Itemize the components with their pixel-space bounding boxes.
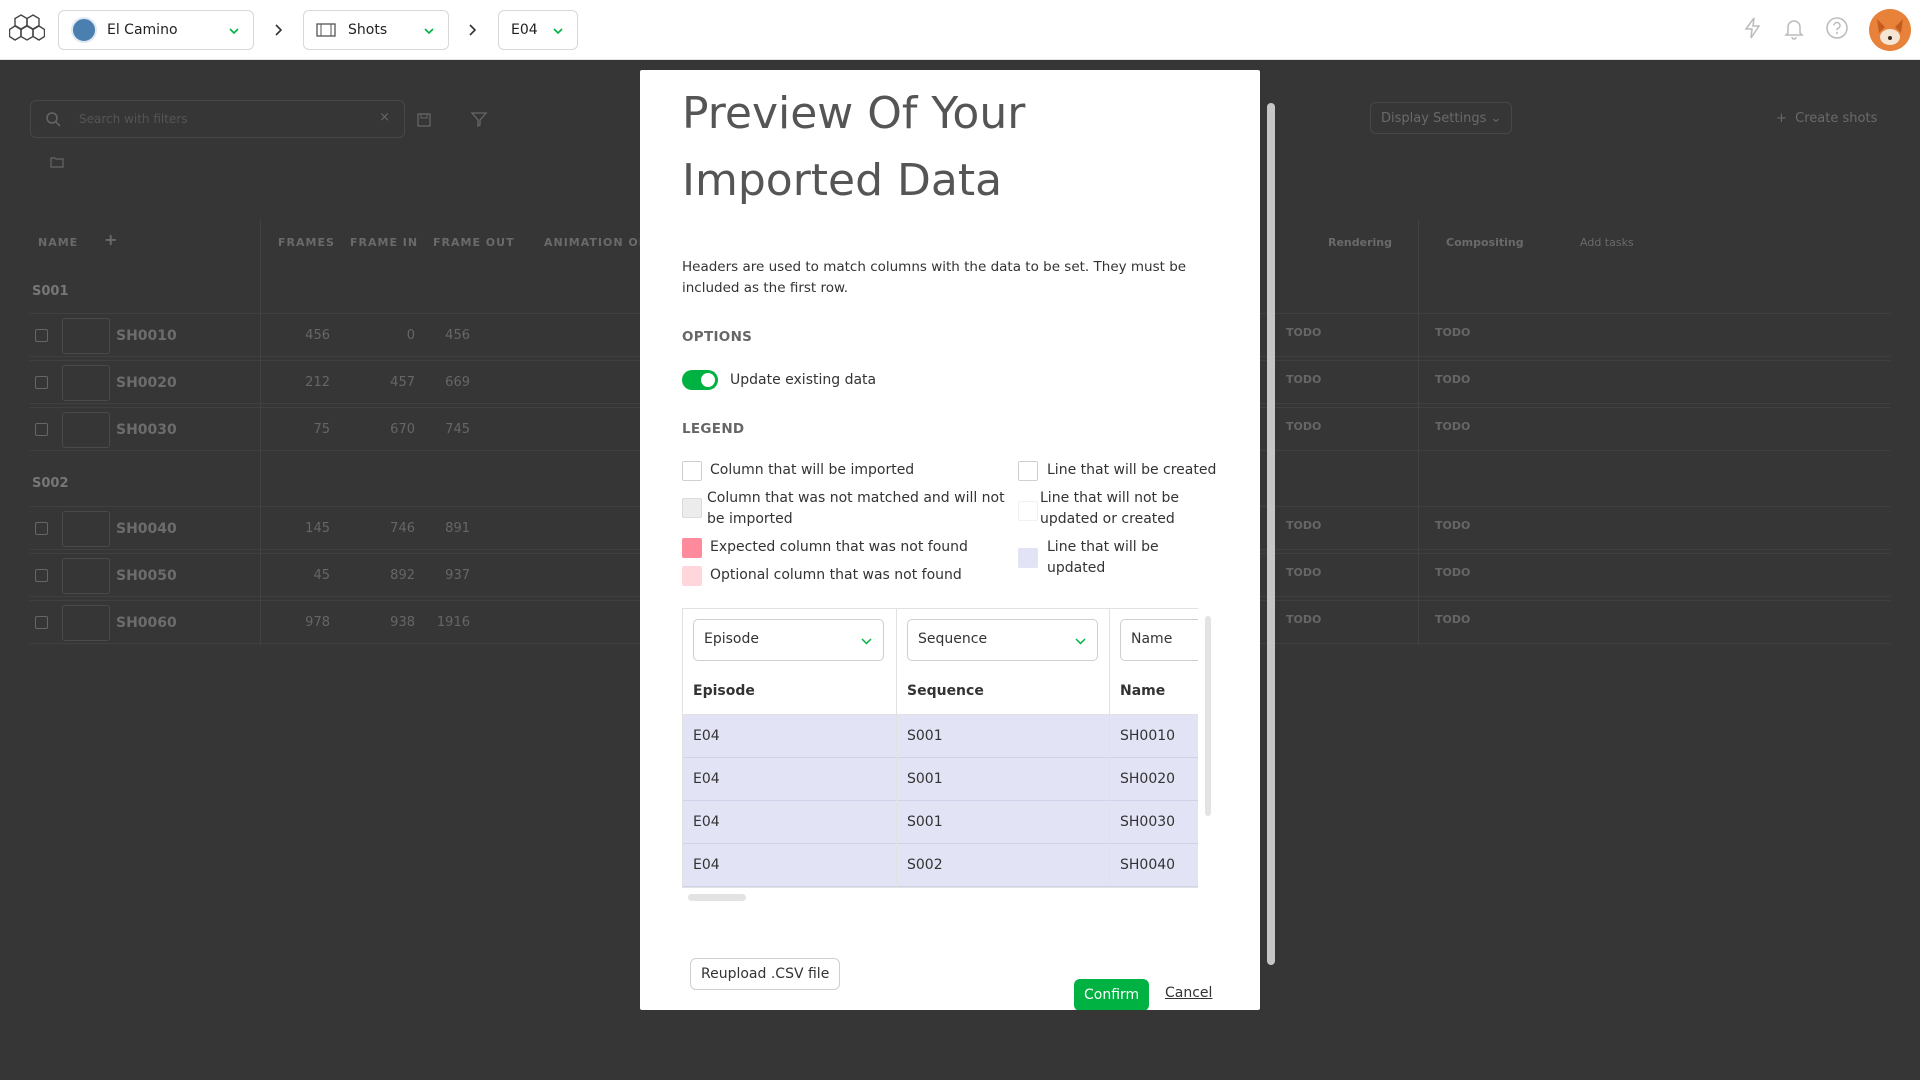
chevron-down-icon: [553, 28, 563, 35]
legend-swatch-expected-missing: [682, 538, 702, 558]
table-vertical-scrollbar[interactable]: [1205, 616, 1211, 816]
chevron-right-icon: [275, 24, 283, 36]
episode-selector[interactable]: E04: [498, 10, 578, 50]
table-cell: S001: [897, 758, 1109, 801]
table-cell: SH0010: [1110, 715, 1198, 758]
column-header: Sequence: [907, 683, 984, 699]
col-header-frames: FRAMES: [278, 236, 335, 249]
legend-text: Column that will be imported: [710, 462, 915, 478]
modal-description: Headers are used to match columns with t…: [682, 259, 1187, 296]
filter-icon[interactable]: [470, 110, 488, 128]
table-cell: S002: [897, 844, 1109, 887]
table-cell: SH0040: [1110, 844, 1198, 887]
table-cell: SH0030: [1110, 801, 1198, 844]
preview-table: Episode Episode E04 E04 E04 E04 Sequence…: [682, 608, 1198, 888]
search-input[interactable]: Search with filters ×: [30, 100, 405, 138]
group-title: S002: [32, 476, 69, 491]
reupload-csv-button[interactable]: Reupload .CSV file: [690, 958, 841, 990]
modal-scrollbar[interactable]: [1267, 103, 1275, 965]
chevron-right-icon: [469, 24, 477, 36]
modal-title: Preview Of Your Imported Data: [682, 88, 1026, 206]
legend-text: Column that was not matched and will not…: [707, 490, 1005, 527]
table-cell: E04: [683, 844, 896, 887]
display-settings-button[interactable]: Display Settings ⌄: [1370, 102, 1513, 134]
legend-swatch-optional-missing: [682, 566, 702, 586]
add-column-icon[interactable]: +: [104, 230, 118, 249]
table-column: Sequence Sequence S001 S001 S001 S002: [897, 609, 1110, 887]
col-header-frame-in: FRAME IN: [350, 236, 419, 249]
legend-swatch-line-updated: [1018, 548, 1038, 568]
column-header: Name: [1120, 683, 1166, 699]
film-icon: [316, 23, 336, 37]
table-cell: S001: [897, 715, 1109, 758]
create-shots-button[interactable]: + Create shots: [1766, 102, 1887, 134]
toggle-label: Update existing data: [730, 372, 877, 388]
table-cell: S001: [897, 801, 1109, 844]
table-cell: E04: [683, 715, 896, 758]
legend-text: Line that will be updated: [1047, 539, 1159, 576]
legend-swatch-not-matched: [682, 498, 702, 518]
options-heading: OPTIONS: [682, 329, 753, 345]
table-column: Name Name SH0010 SH0020 SH0030 SH0040: [1110, 609, 1198, 887]
col-header-frame-out: FRAME OUT: [433, 236, 515, 249]
legend-text: Line that will not be updated or created: [1040, 490, 1179, 527]
column-mapping-select[interactable]: Sequence: [907, 619, 1098, 661]
divider: [1418, 220, 1419, 645]
chevron-down-icon: [861, 638, 872, 645]
column-mapping-select[interactable]: Name: [1120, 619, 1198, 661]
lightning-icon[interactable]: [1741, 16, 1765, 40]
help-icon[interactable]: [1825, 16, 1849, 40]
col-header-name: NAME: [38, 236, 79, 249]
user-avatar[interactable]: [1869, 9, 1911, 51]
search-placeholder: Search with filters: [79, 112, 188, 126]
column-mapping-select[interactable]: Episode: [693, 619, 884, 661]
col-header-rendering: Rendering: [1328, 236, 1392, 249]
clear-icon[interactable]: ×: [379, 110, 390, 125]
table-cell: E04: [683, 801, 896, 844]
chevron-down-icon: [424, 28, 434, 35]
table-horizontal-scrollbar[interactable]: [688, 894, 746, 901]
search-icon: [46, 112, 61, 127]
fox-avatar-icon: [1869, 9, 1911, 51]
save-filter-icon[interactable]: [416, 112, 432, 128]
import-preview-modal: Preview Of Your Imported Data Headers ar…: [640, 70, 1260, 1010]
legend-swatch-line-not-updated: [1018, 501, 1038, 521]
legend-swatch-imported: [682, 461, 702, 481]
table-cell: SH0020: [1110, 758, 1198, 801]
episode-name: E04: [511, 22, 538, 38]
group-title: S001: [32, 284, 69, 299]
table-cell: E04: [683, 758, 896, 801]
confirm-button[interactable]: Confirm: [1074, 979, 1150, 1010]
legend-swatch-line-created: [1018, 461, 1038, 481]
section-name: Shots: [348, 22, 388, 38]
update-existing-toggle[interactable]: [682, 370, 718, 390]
chevron-down-icon: [229, 28, 239, 35]
cancel-link[interactable]: Cancel: [1165, 985, 1212, 1001]
legend-text: Line that will be created: [1047, 462, 1217, 478]
legend-text: Optional column that was not found: [710, 567, 962, 583]
chevron-down-icon: [1075, 638, 1086, 645]
folder-icon[interactable]: [50, 156, 64, 168]
divider: [260, 220, 261, 645]
app-logo-icon[interactable]: [9, 12, 45, 48]
section-selector[interactable]: Shots: [303, 10, 449, 50]
table-column: Episode Episode E04 E04 E04 E04: [683, 609, 897, 887]
production-selector[interactable]: El Camino: [58, 10, 254, 50]
add-tasks-button[interactable]: Add tasks: [1580, 236, 1634, 249]
col-header-animation: ANIMATION OR: [544, 236, 649, 249]
column-header: Episode: [693, 683, 755, 699]
top-bar: El Camino Shots E04: [0, 0, 1920, 60]
bell-icon[interactable]: [1782, 16, 1806, 40]
col-header-compositing: Compositing: [1446, 236, 1524, 249]
production-avatar: [71, 17, 97, 43]
legend-heading: LEGEND: [682, 421, 745, 437]
legend-text: Expected column that was not found: [710, 539, 968, 555]
production-name: El Camino: [107, 22, 178, 38]
